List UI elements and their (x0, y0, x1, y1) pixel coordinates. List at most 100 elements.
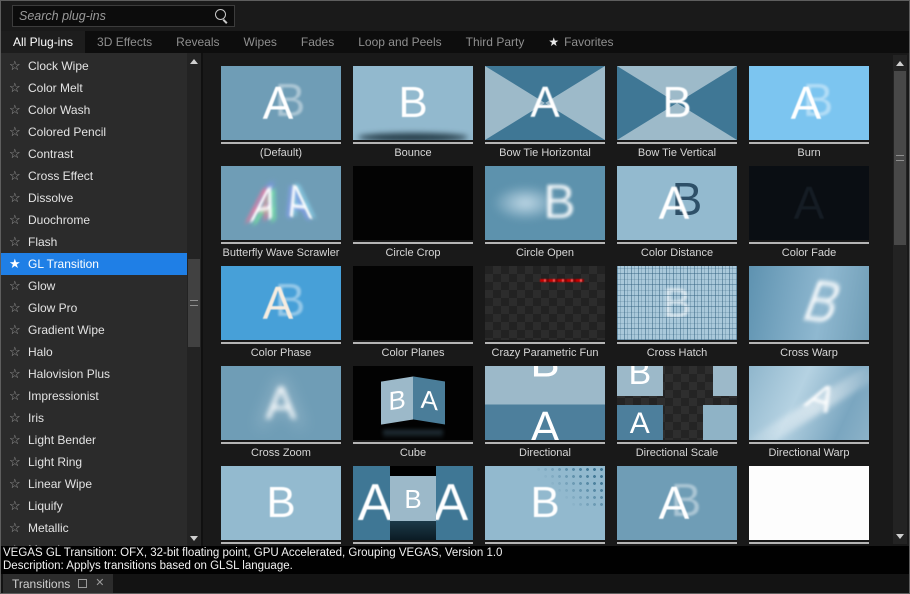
search-box[interactable] (12, 5, 235, 27)
sidebar-item-contrast[interactable]: ☆Contrast (1, 143, 187, 165)
sidebar-item-color-melt[interactable]: ☆Color Melt (1, 77, 187, 99)
transition-item-color-fade[interactable]: AColor Fade (749, 166, 869, 260)
transitions-dock-tab[interactable]: Transitions ✕ (3, 574, 113, 593)
sidebar-item-halo[interactable]: ☆Halo (1, 341, 187, 363)
sidebar-item-linear-wipe[interactable]: ☆Linear Wipe (1, 473, 187, 495)
tab-all-plug-ins[interactable]: All Plug-ins (1, 31, 85, 53)
sidebar-item-iris[interactable]: ☆Iris (1, 407, 187, 429)
sidebar-item-halovision-plus[interactable]: ☆Halovision Plus (1, 363, 187, 385)
scroll-up-button[interactable] (187, 55, 201, 67)
tab-reveals[interactable]: Reveals (164, 31, 231, 53)
star-outline-icon[interactable]: ☆ (9, 476, 26, 492)
star-outline-icon[interactable]: ☆ (9, 168, 26, 184)
star-outline-icon[interactable]: ☆ (9, 102, 26, 118)
sidebar-item-color-wash[interactable]: ☆Color Wash (1, 99, 187, 121)
scrollbar-thumb[interactable] (188, 259, 200, 347)
star-outline-icon[interactable]: ☆ (9, 520, 26, 536)
tab-third-party[interactable]: Third Party (454, 31, 537, 53)
transition-item-bounce[interactable]: BBounce (353, 66, 473, 160)
sidebar-item-gradient-wipe[interactable]: ☆Gradient Wipe (1, 319, 187, 341)
scroll-down-button[interactable] (187, 532, 201, 544)
star-outline-icon[interactable]: ☆ (9, 278, 26, 294)
transition-item-directional-scale[interactable]: BADirectional Scale (617, 366, 737, 460)
star-outline-icon[interactable]: ☆ (9, 454, 26, 470)
scrollbar-thumb[interactable] (894, 71, 906, 245)
star-outline-icon[interactable]: ☆ (9, 366, 26, 382)
sidebar-item-glow-pro[interactable]: ☆Glow Pro (1, 297, 187, 319)
transition-item-color-planes[interactable]: Color Planes (353, 266, 473, 360)
tab-favorites[interactable]: ★Favorites (536, 31, 625, 53)
sidebar-item-label: GL Transition (26, 257, 99, 271)
star-outline-icon[interactable]: ☆ (9, 234, 26, 250)
transition-item-circle-crop[interactable]: Circle Crop (353, 166, 473, 260)
tab-wipes[interactable]: Wipes (232, 31, 289, 53)
transition-item-color-distance[interactable]: BAColor Distance (617, 166, 737, 260)
transition-item-cross-hatch[interactable]: BCross Hatch (617, 266, 737, 360)
tab-fades[interactable]: Fades (289, 31, 346, 53)
transition-item[interactable]: B (485, 466, 605, 546)
thumb-letter (713, 366, 737, 396)
sidebar-item-light-ring[interactable]: ☆Light Ring (1, 451, 187, 473)
transition-item-circle-open[interactable]: BCircle Open (485, 166, 605, 260)
transition-item[interactable]: AAB (353, 466, 473, 546)
tab-3d-effects[interactable]: 3D Effects (85, 31, 164, 53)
sidebar-item-flash[interactable]: ☆Flash (1, 231, 187, 253)
transition-item-crazy-parametric-fun[interactable]: Crazy Parametric Fun (485, 266, 605, 360)
sidebar-item-clock-wipe[interactable]: ☆Clock Wipe (1, 55, 187, 77)
thumbnail-underline (485, 142, 605, 144)
transition-label: Color Distance (617, 246, 737, 260)
sidebar-item-gl-transition[interactable]: ★GL Transition (1, 253, 187, 275)
sidebar-item-mosaic[interactable]: ☆Mosaic (1, 539, 187, 546)
sidebar-item-colored-pencil[interactable]: ☆Colored Pencil (1, 121, 187, 143)
transition-item-bow-tie-horizontal[interactable]: ABow Tie Horizontal (485, 66, 605, 160)
transition-item-directional-warp[interactable]: ADirectional Warp (749, 366, 869, 460)
sidebar-item-label: Glow (26, 279, 55, 293)
sidebar-scrollbar[interactable] (187, 53, 201, 546)
sidebar-item-label: Contrast (26, 147, 73, 161)
star-outline-icon[interactable]: ☆ (9, 300, 26, 316)
transition-item-directional[interactable]: BADirectional (485, 366, 605, 460)
sidebar-item-duochrome[interactable]: ☆Duochrome (1, 209, 187, 231)
star-outline-icon[interactable]: ☆ (9, 80, 26, 96)
star-outline-icon[interactable]: ☆ (9, 344, 26, 360)
scroll-down-button[interactable] (893, 530, 907, 542)
sidebar-item-liquify[interactable]: ☆Liquify (1, 495, 187, 517)
close-icon[interactable]: ✕ (95, 578, 104, 589)
star-outline-icon[interactable]: ☆ (9, 58, 26, 74)
star-outline-icon[interactable]: ☆ (9, 432, 26, 448)
transition-item-default[interactable]: BA(Default) (221, 66, 341, 160)
transition-item-butterfly-wave-scrawler[interactable]: AAButterfly Wave Scrawler (221, 166, 341, 260)
star-outline-icon[interactable]: ☆ (9, 190, 26, 206)
search-input[interactable] (13, 6, 213, 26)
sidebar-item-cross-effect[interactable]: ☆Cross Effect (1, 165, 187, 187)
sidebar-item-light-bender[interactable]: ☆Light Bender (1, 429, 187, 451)
transition-item[interactable] (749, 466, 869, 546)
star-outline-icon[interactable]: ☆ (9, 146, 26, 162)
float-window-icon[interactable] (78, 579, 87, 588)
star-outline-icon[interactable]: ☆ (9, 212, 26, 228)
tab-loop-and-peels[interactable]: Loop and Peels (346, 31, 453, 53)
transition-item-cross-zoom[interactable]: AACross Zoom (221, 366, 341, 460)
transition-item[interactable]: B (221, 466, 341, 546)
sidebar-item-metallic[interactable]: ☆Metallic (1, 517, 187, 539)
star-outline-icon[interactable]: ☆ (9, 388, 26, 404)
transition-item-burn[interactable]: BABurn (749, 66, 869, 160)
star-outline-icon[interactable]: ☆ (9, 124, 26, 140)
sidebar-item-dissolve[interactable]: ☆Dissolve (1, 187, 187, 209)
scroll-up-button[interactable] (893, 57, 907, 69)
transition-item-cross-warp[interactable]: BCross Warp (749, 266, 869, 360)
sidebar-item-glow[interactable]: ☆Glow (1, 275, 187, 297)
grid-scrollbar[interactable] (893, 55, 907, 544)
star-outline-icon[interactable]: ☆ (9, 410, 26, 426)
search-icon[interactable] (213, 8, 229, 24)
star-filled-icon[interactable]: ★ (9, 256, 26, 272)
star-outline-icon[interactable]: ☆ (9, 322, 26, 338)
transition-item-bow-tie-vertical[interactable]: BBow Tie Vertical (617, 66, 737, 160)
transition-item-color-phase[interactable]: BAColor Phase (221, 266, 341, 360)
sidebar-item-impressionist[interactable]: ☆Impressionist (1, 385, 187, 407)
star-outline-icon[interactable]: ☆ (9, 498, 26, 514)
sidebar-item-label: Cross Effect (26, 169, 93, 183)
transition-item-cube[interactable]: BACube (353, 366, 473, 460)
thumbnail-underline (749, 342, 869, 344)
transition-item[interactable]: BA (617, 466, 737, 546)
